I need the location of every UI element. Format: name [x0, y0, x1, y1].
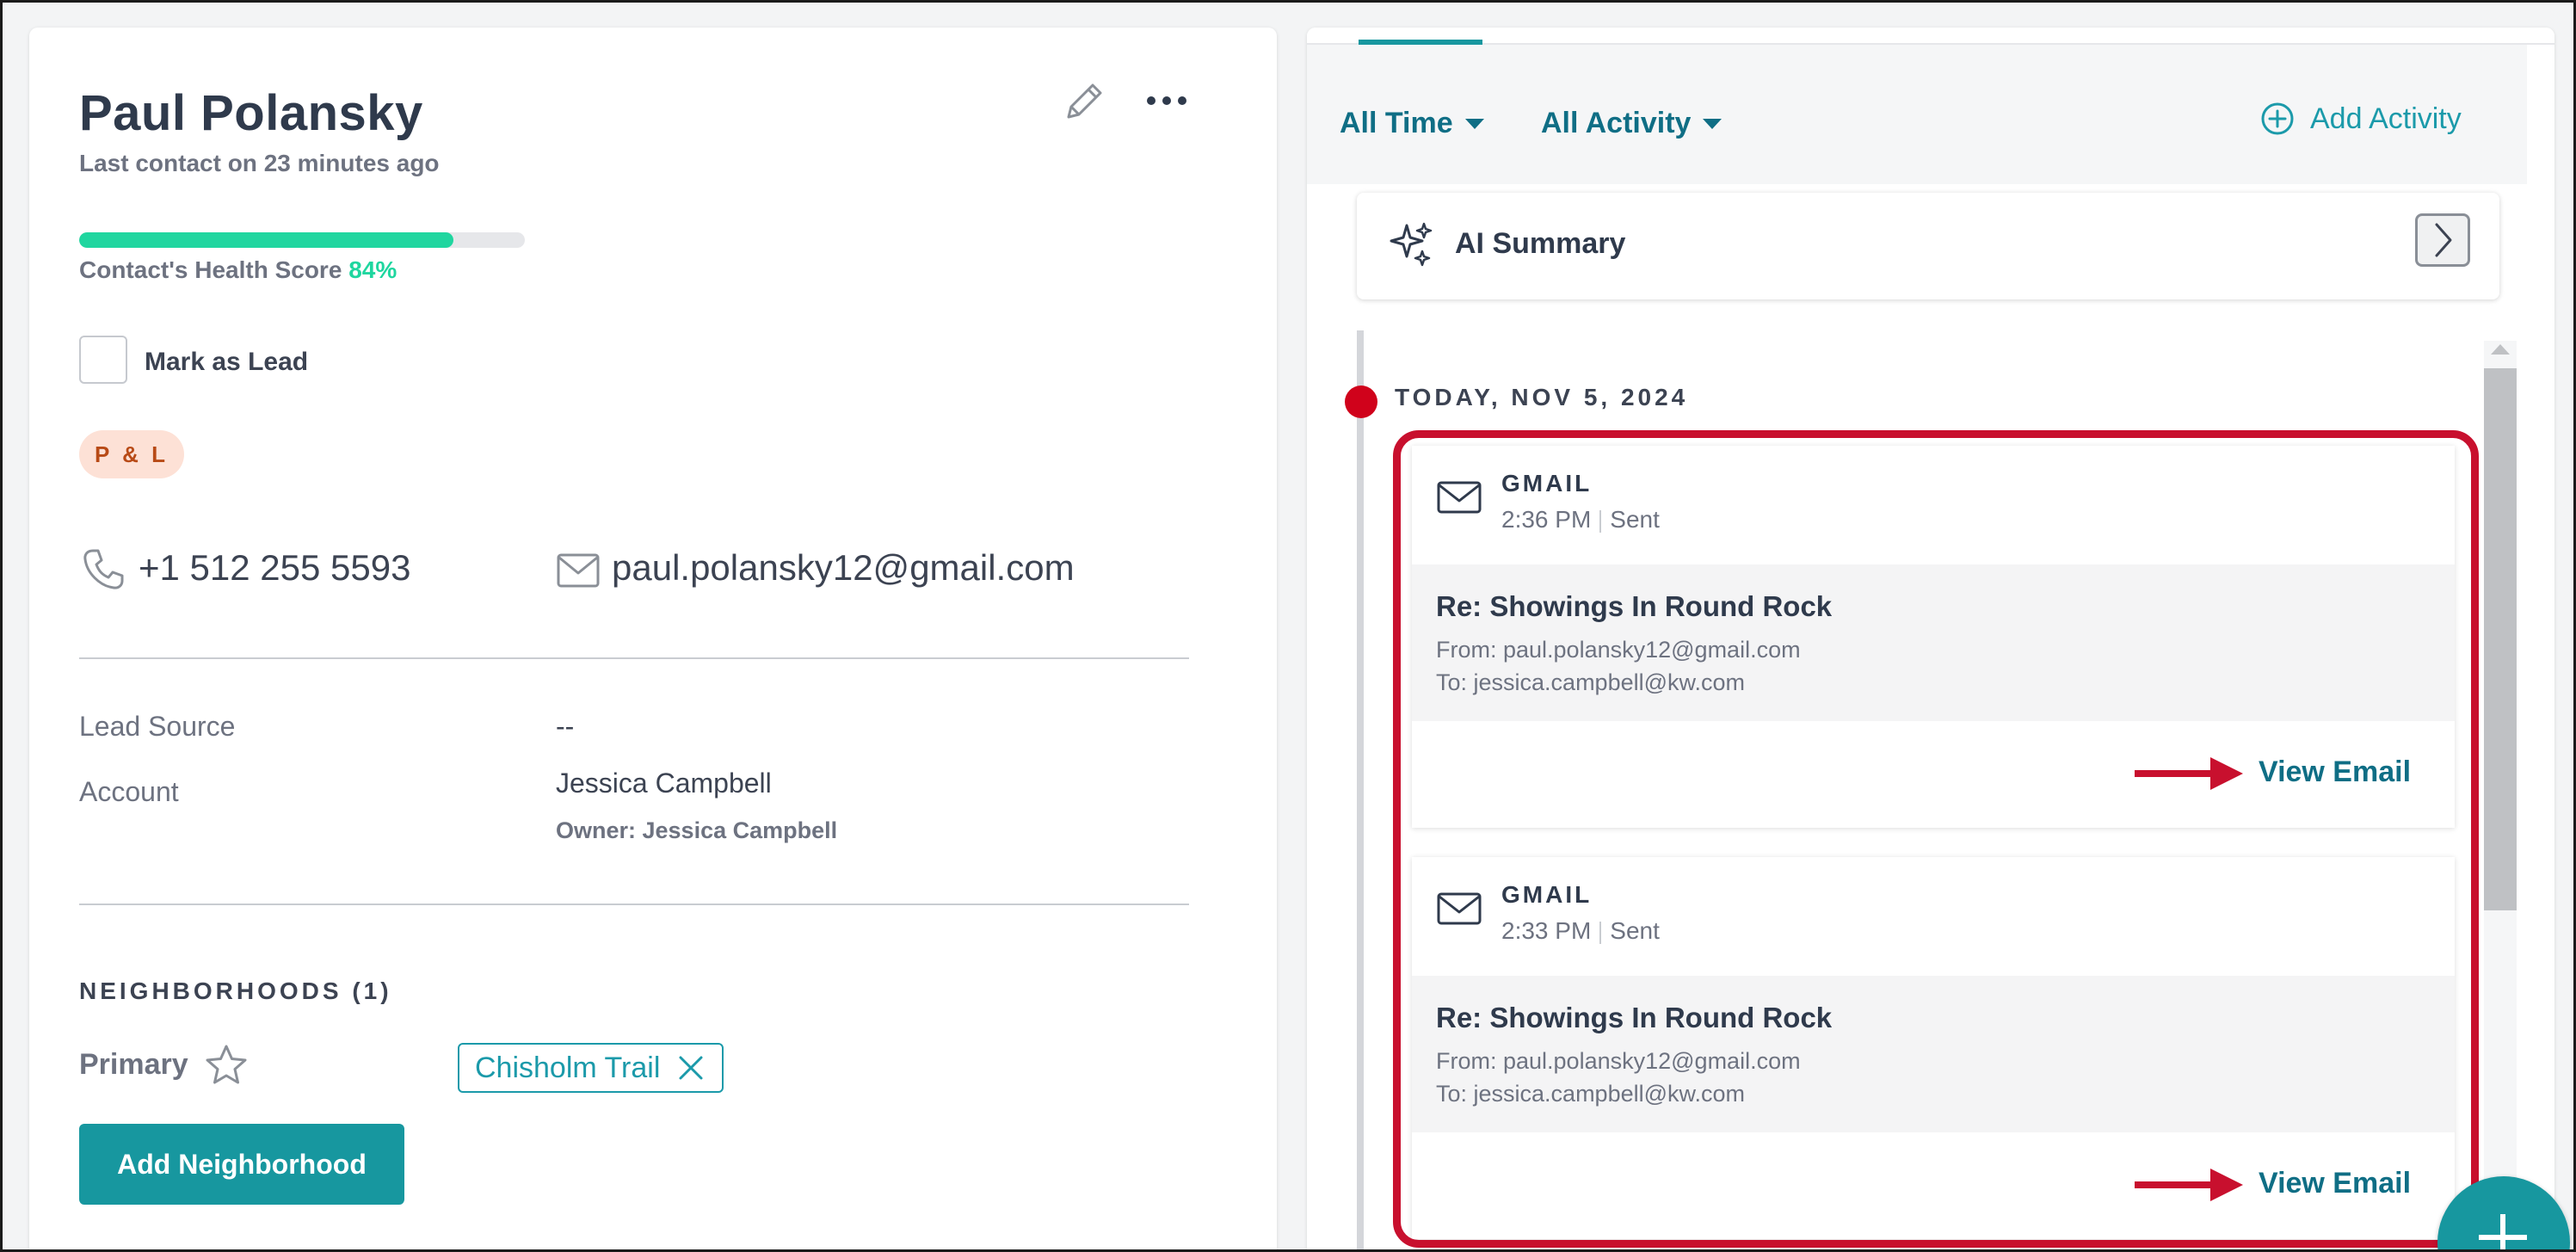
close-icon[interactable] [675, 1052, 706, 1083]
time-filter-dropdown[interactable]: All Time [1340, 107, 1484, 140]
email-time-status: 2:33 PM Sent [1501, 917, 1660, 945]
last-contact-text: Last contact on 23 minutes ago [79, 150, 440, 176]
email-time: 2:33 PM [1501, 917, 1592, 944]
timeline-date-heading: TODAY, NOV 5, 2024 [1395, 384, 1689, 410]
plus-circle-icon [2260, 102, 2295, 136]
account-label: Account [79, 776, 179, 807]
app-frame: Paul Polansky Last contact on 23 minutes… [0, 0, 2576, 1252]
account-value: Jessica Campbell [556, 768, 772, 799]
envelope-icon [1436, 891, 1482, 926]
phone-number[interactable]: +1 512 255 5593 [139, 547, 410, 589]
email-subject: Re: Showings In Round Rock [1436, 1002, 1833, 1033]
email-card-body: Re: Showings In Round Rock From: paul.po… [1412, 564, 2455, 721]
divider [79, 657, 1189, 659]
chevron-right-icon[interactable] [2415, 213, 2470, 267]
caret-down-icon [1703, 118, 1722, 129]
email-from: From: paul.polansky12@gmail.com [1436, 1048, 1801, 1074]
envelope-icon [1436, 480, 1482, 515]
health-score-value: 84% [348, 256, 397, 283]
contact-name: Paul Polansky [79, 85, 423, 141]
pencil-icon[interactable] [1060, 77, 1108, 126]
email-card-header: GMAIL 2:33 PM Sent [1412, 857, 2455, 976]
dot [1147, 96, 1156, 105]
arrow-right-icon [2135, 1165, 2245, 1205]
neighborhoods-heading: NEIGHBORHOODS (1) [79, 978, 392, 1004]
scroll-up-arrow-icon[interactable] [2491, 344, 2510, 355]
add-neighborhood-button[interactable]: Add Neighborhood [79, 1124, 404, 1205]
activity-filter-dropdown[interactable]: All Activity [1541, 107, 1722, 140]
email-from: From: paul.polansky12@gmail.com [1436, 637, 1801, 663]
separator [1599, 509, 1602, 533]
email-to: To: jessica.campbell@kw.com [1436, 1081, 1746, 1107]
email-card-header: GMAIL 2:36 PM Sent [1412, 446, 2455, 564]
dot [1162, 96, 1171, 105]
time-filter-label: All Time [1340, 107, 1453, 139]
activity-filter-bar: All Time All Activity Add Activity [1307, 45, 2527, 184]
neighborhood-chip: Chisholm Trail [458, 1043, 724, 1093]
tab-strip [1307, 28, 2554, 45]
mark-as-lead-checkbox[interactable] [79, 336, 127, 384]
activity-filter-label: All Activity [1541, 107, 1692, 139]
add-activity-button[interactable]: Add Activity [2260, 102, 2462, 136]
more-dots-icon[interactable] [1139, 88, 1194, 114]
email-time: 2:36 PM [1501, 506, 1592, 533]
divider [79, 904, 1189, 905]
plus-icon [2500, 1214, 2505, 1249]
caret-down-icon [1464, 118, 1484, 129]
email-card-body: Re: Showings In Round Rock From: paul.po… [1412, 976, 2455, 1132]
health-score-fill [79, 232, 454, 248]
email-subject: Re: Showings In Round Rock [1436, 590, 1833, 622]
primary-label: Primary [79, 1048, 188, 1081]
contact-details-panel: Paul Polansky Last contact on 23 minutes… [29, 28, 1277, 1249]
envelope-icon [556, 552, 601, 589]
ai-summary-card[interactable]: AI Summary [1357, 193, 2499, 299]
timeline-line [1357, 330, 1364, 1249]
lead-source-label: Lead Source [79, 711, 236, 742]
phone-icon [81, 547, 126, 592]
health-score-label: Contact's Health Score [79, 256, 342, 283]
dot [1178, 96, 1186, 105]
mark-as-lead-label[interactable]: Mark as Lead [145, 348, 308, 377]
email-status: Sent [1610, 506, 1660, 533]
lead-source-value: -- [556, 711, 575, 742]
view-email-link[interactable]: View Email [2259, 756, 2411, 789]
health-score-text: Contact's Health Score 84% [79, 256, 397, 284]
view-email-link[interactable]: View Email [2259, 1167, 2411, 1200]
arrow-right-icon [2135, 754, 2245, 793]
activity-panel: All Time All Activity Add Activity AI Su… [1307, 28, 2554, 1249]
email-address[interactable]: paul.polansky12@gmail.com [612, 547, 1075, 589]
email-status: Sent [1610, 917, 1660, 944]
neighborhood-chip-label: Chisholm Trail [475, 1051, 661, 1084]
add-activity-label: Add Activity [2310, 102, 2462, 135]
health-score-bar [79, 232, 525, 248]
contact-tag[interactable]: P & L [79, 430, 184, 478]
email-to: To: jessica.campbell@kw.com [1436, 669, 1746, 695]
ai-summary-label: AI Summary [1455, 227, 1626, 260]
email-card-footer: View Email [1412, 1132, 2455, 1239]
owner-text: Owner: Jessica Campbell [556, 817, 838, 843]
timeline-dot [1345, 385, 1377, 418]
separator [1599, 921, 1602, 944]
email-source: GMAIL [1501, 470, 1593, 496]
star-icon[interactable] [203, 1043, 250, 1088]
sparkle-icon [1388, 220, 1436, 268]
scrollbar-thumb[interactable] [2484, 368, 2517, 910]
email-activity-card[interactable]: GMAIL 2:33 PM Sent Re: Showings In Round … [1412, 857, 2455, 1239]
email-time-status: 2:36 PM Sent [1501, 506, 1660, 533]
email-card-footer: View Email [1412, 721, 2455, 828]
email-activity-card[interactable]: GMAIL 2:36 PM Sent Re: Showings In Round … [1412, 446, 2455, 828]
email-source: GMAIL [1501, 881, 1593, 908]
